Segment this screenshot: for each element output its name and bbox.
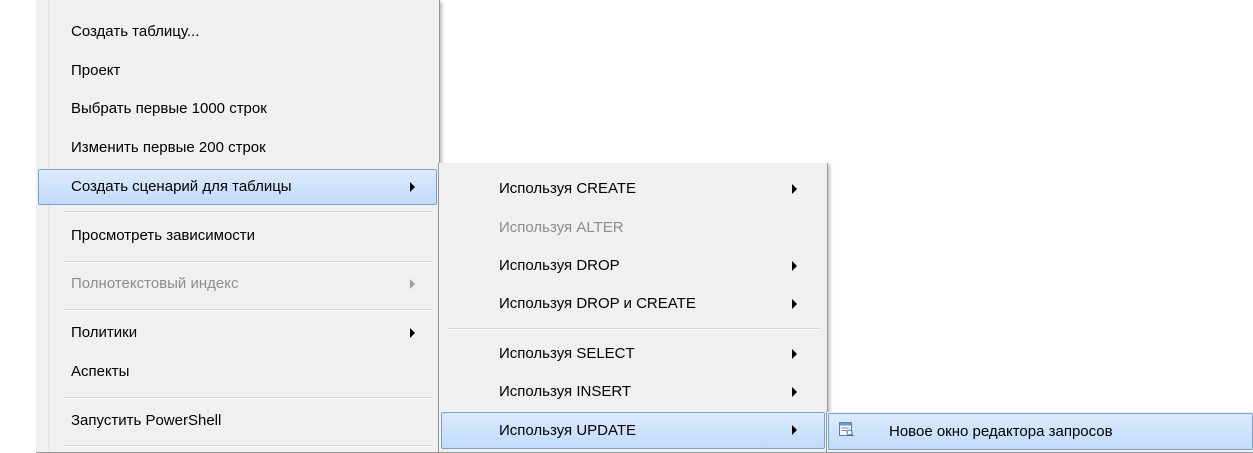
submenu-arrow-icon — [410, 279, 415, 289]
submenu-arrow-icon — [410, 182, 415, 192]
submenu-arrow-icon — [792, 184, 797, 194]
menu-item-label: Используя UPDATE — [499, 422, 637, 439]
menu-item-label: Используя DROP и CREATE — [499, 295, 696, 312]
submenu-arrow-icon — [792, 261, 797, 271]
menu-item-using-drop[interactable]: Используя DROP — [441, 250, 825, 282]
menu-item-label: Используя DROP — [499, 257, 620, 274]
menu-item-label: Новое окно редактора запросов — [889, 423, 1113, 440]
menu-separator — [447, 328, 821, 330]
menu-item-select-top-1000[interactable]: Выбрать первые 1000 строк — [38, 93, 437, 125]
menu-item-label: Создать сценарий для таблицы — [71, 178, 292, 195]
menu-separator — [64, 261, 433, 263]
menu-item-label: Используя CREATE — [499, 180, 637, 197]
menu-separator — [64, 211, 433, 213]
menu-item-label: Полнотекстовый индекс — [71, 275, 239, 292]
menu-item-label: Создать таблицу... — [71, 23, 200, 40]
menu-item-policies[interactable]: Политики — [38, 317, 437, 349]
submenu-arrow-icon — [792, 425, 797, 435]
menu-item-view-dependencies[interactable]: Просмотреть зависимости — [38, 220, 437, 252]
menu-item-label: Аспекты — [71, 363, 130, 380]
context-menu-table: Создать таблицу... Проект Выбрать первые… — [36, 0, 440, 453]
menu-item-facets[interactable]: Аспекты — [38, 356, 437, 388]
menu-item-create-table[interactable]: Создать таблицу... — [38, 16, 437, 48]
menu-item-using-update[interactable]: Используя UPDATE — [441, 412, 825, 449]
menu-item-label: Изменить первые 200 строк — [71, 139, 266, 156]
menu-item-using-insert[interactable]: Используя INSERT — [441, 376, 825, 408]
submenu-arrow-icon — [792, 387, 797, 397]
menu-separator — [64, 309, 433, 311]
menu-item-label: Используя SELECT — [499, 345, 635, 362]
menu-item-label: Выбрать первые 1000 строк — [71, 100, 267, 117]
menu-item-script-table-as[interactable]: Создать сценарий для таблицы — [38, 169, 437, 205]
menu-item-using-select[interactable]: Используя SELECT — [441, 338, 825, 370]
menu-item-design[interactable]: Проект — [38, 55, 437, 87]
menu-item-full-text-index: Полнотекстовый индекс — [38, 268, 437, 300]
submenu-arrow-icon — [792, 349, 797, 359]
query-editor-window-icon — [839, 422, 854, 437]
menu-item-label: Проект — [71, 62, 121, 79]
menu-item-start-powershell[interactable]: Запустить PowerShell — [38, 405, 437, 437]
menu-item-label: Используя INSERT — [499, 383, 632, 400]
menu-item-label: Запустить PowerShell — [71, 412, 222, 429]
submenu-arrow-icon — [792, 299, 797, 309]
menu-item-edit-top-200[interactable]: Изменить первые 200 строк — [38, 132, 437, 164]
menu-item-new-query-editor-window[interactable]: Новое окно редактора запросов — [828, 413, 1253, 450]
menu-item-label: Политики — [71, 324, 138, 341]
menu-item-label: Используя ALTER — [499, 219, 624, 236]
menu-item-label: Просмотреть зависимости — [71, 227, 256, 244]
submenu-script-table-as: Используя CREATE Используя ALTER Использ… — [438, 163, 828, 453]
menu-separator — [64, 397, 433, 399]
menu-item-using-alter: Используя ALTER — [441, 212, 825, 244]
submenu-using-update: Новое окно редактора запросов — [826, 412, 1253, 453]
submenu-arrow-icon — [410, 328, 415, 338]
menu-separator — [64, 445, 433, 447]
menu-item-using-create[interactable]: Используя CREATE — [441, 173, 825, 205]
menu-item-using-drop-and-create[interactable]: Используя DROP и CREATE — [441, 288, 825, 320]
